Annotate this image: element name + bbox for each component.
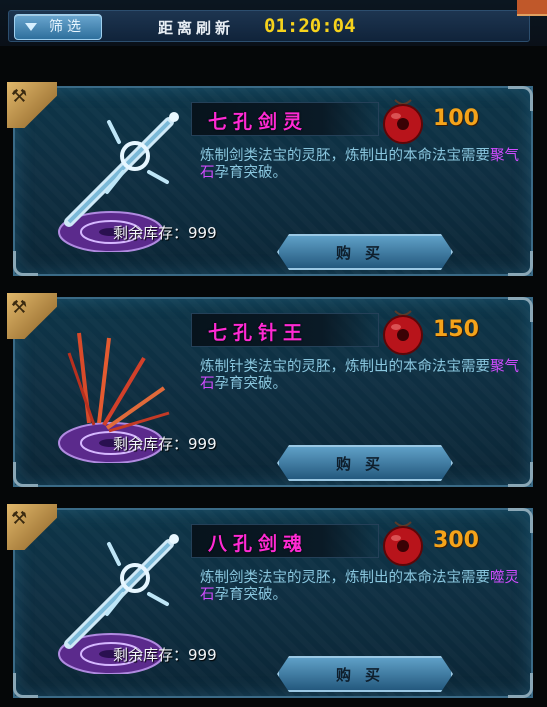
shop-item-card: ⚒ 七孔剑灵 100 炼制剑类法宝的灵胚，炼制出的本命法宝需要聚气石孕育突破。 … (7, 82, 533, 276)
corner-ornament (508, 86, 533, 111)
corner-ornament (508, 251, 533, 276)
buy-button[interactable]: 购买 (277, 234, 453, 270)
shop-item-card: ⚒ 七孔针王 150 炼制针类法宝的灵胚，炼制出的本命法宝需要聚气石孕育突破。 … (7, 293, 533, 487)
buy-button[interactable]: 购买 (277, 656, 453, 692)
item-name-plate: 七孔针王 (191, 313, 379, 347)
corner-ornament (13, 462, 38, 487)
stock-info: 剩余库存：999 (113, 433, 217, 454)
item-name-plate: 八孔剑魂 (191, 524, 379, 558)
item-description: 炼制针类法宝的灵胚，炼制出的本命法宝需要聚气石孕育突破。 (200, 359, 520, 393)
buy-button[interactable]: 购买 (277, 445, 453, 481)
item-name: 七孔针王 (208, 322, 309, 344)
corner-ornament (13, 673, 38, 698)
red-jade-currency-icon (383, 310, 423, 355)
corner-ornament (508, 673, 533, 698)
close-corner-icon[interactable] (517, 0, 547, 16)
top-bar: 筛选 距离刷新 01:20:04 (0, 0, 547, 46)
description-text: 孕育突破。 (214, 376, 288, 392)
corner-ornament (508, 462, 533, 487)
buy-button-label: 购买 (335, 455, 394, 473)
item-name-plate: 七孔剑灵 (191, 102, 379, 136)
red-jade-currency-icon (383, 99, 423, 144)
description-text: 孕育突破。 (214, 587, 288, 603)
item-price: 100 (433, 106, 479, 131)
shop-item-card: ⚒ 八孔剑魂 300 炼制剑类法宝的灵胚，炼制出的本命法宝需要噬灵石孕育突破。 … (7, 504, 533, 698)
filter-button[interactable]: 筛选 (14, 14, 102, 40)
description-text: 炼制剑类法宝的灵胚，炼制出的本命法宝需要 (200, 148, 490, 164)
item-name: 七孔剑灵 (208, 111, 309, 133)
buy-button-label: 购买 (335, 666, 394, 684)
corner-ornament (508, 508, 533, 533)
stock-value: 999 (188, 224, 217, 242)
buy-button-label: 购买 (335, 244, 394, 262)
refresh-countdown: 01:20:04 (264, 15, 356, 37)
description-text: 炼制针类法宝的灵胚，炼制出的本命法宝需要 (200, 359, 490, 375)
item-description: 炼制剑类法宝的灵胚，炼制出的本命法宝需要聚气石孕育突破。 (200, 148, 520, 182)
item-name: 八孔剑魂 (208, 533, 309, 555)
stock-value: 999 (188, 435, 217, 453)
item-description: 炼制剑类法宝的灵胚，炼制出的本命法宝需要噬灵石孕育突破。 (200, 570, 520, 604)
description-text: 孕育突破。 (214, 165, 288, 181)
corner-ornament (13, 251, 38, 276)
description-text: 炼制剑类法宝的灵胚，炼制出的本命法宝需要 (200, 570, 490, 586)
stock-value: 999 (188, 646, 217, 664)
item-price: 150 (433, 317, 479, 342)
stock-info: 剩余库存：999 (113, 644, 217, 665)
red-jade-currency-icon (383, 521, 423, 566)
dropdown-arrow-icon (25, 23, 37, 31)
stock-label: 剩余库存： (113, 435, 189, 453)
stock-info: 剩余库存：999 (113, 222, 217, 243)
filter-label: 筛选 (49, 19, 85, 35)
refresh-label: 距离刷新 (158, 19, 235, 37)
stock-label: 剩余库存： (113, 646, 189, 664)
corner-ornament (508, 297, 533, 322)
stock-label: 剩余库存： (113, 224, 189, 242)
item-price: 300 (433, 528, 479, 553)
